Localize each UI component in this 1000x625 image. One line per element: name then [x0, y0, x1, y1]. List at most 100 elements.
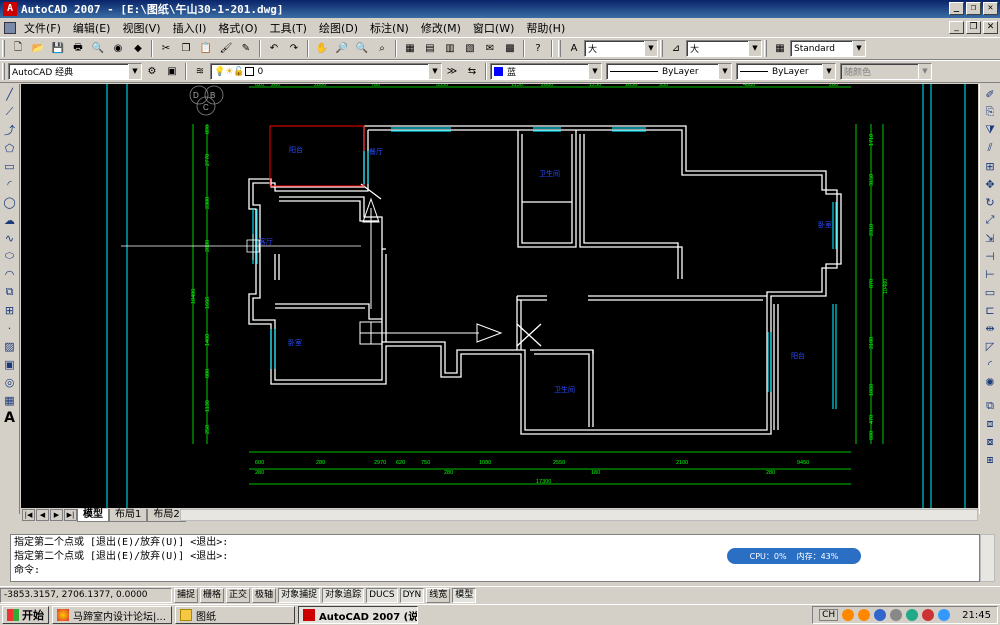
security-icon[interactable] — [906, 609, 919, 621]
menu-edit[interactable]: 编辑(E) — [67, 20, 117, 36]
menu-tools[interactable]: 工具(T) — [264, 20, 313, 36]
ellipse-arc-icon[interactable]: ◠ — [2, 266, 18, 282]
task-folder[interactable]: 图纸 — [175, 606, 295, 624]
menu-modify[interactable]: 修改(M) — [415, 20, 467, 36]
autocad-app-icon[interactable]: A — [3, 2, 17, 16]
multiline-text-icon[interactable]: A — [2, 410, 18, 426]
calculator-icon[interactable]: ▩ — [502, 41, 518, 57]
properties-icon[interactable]: ▦ — [402, 41, 418, 57]
close-button[interactable]: ✕ — [983, 2, 998, 15]
offset-icon[interactable]: ⫽ — [982, 140, 998, 156]
gradient-icon[interactable]: ▣ — [2, 356, 18, 372]
grid-toggle[interactable]: 栅格 — [200, 587, 225, 603]
dyn-toggle[interactable]: DYN — [399, 587, 425, 603]
mirror-icon[interactable]: ⧩ — [982, 122, 998, 138]
copy-object-icon[interactable]: ⎘ — [982, 104, 998, 120]
polar-toggle[interactable]: 极轴 — [252, 587, 277, 603]
ellipse-icon[interactable]: ⬭ — [2, 248, 18, 264]
draw-order-icon[interactable]: ⧉ — [982, 398, 998, 414]
drawing-hscrollbar[interactable] — [180, 509, 978, 521]
sheet-set-icon[interactable]: ▧ — [462, 41, 478, 57]
otrack-toggle[interactable]: 对象追踪 — [322, 587, 365, 603]
volume-icon[interactable] — [890, 609, 903, 621]
zoom-previous-icon[interactable]: ⌕ — [374, 41, 390, 57]
menu-view[interactable]: 视图(V) — [116, 20, 166, 36]
scale-icon[interactable]: ⤢ — [982, 212, 998, 228]
spline-icon[interactable]: ∿ — [2, 230, 18, 246]
menu-help[interactable]: 帮助(H) — [520, 20, 571, 36]
layer-previous-icon[interactable]: ⇆ — [464, 64, 480, 80]
save-icon[interactable]: 💾 — [50, 41, 66, 57]
arc-icon[interactable]: ◜ — [2, 176, 18, 192]
print-icon[interactable]: 🖶 — [70, 41, 86, 57]
workspace-settings-icon[interactable]: ⚙ — [144, 64, 160, 80]
design-center-icon[interactable]: ▤ — [422, 41, 438, 57]
join-icon[interactable]: ⇹ — [982, 320, 998, 336]
lineweight-toggle[interactable]: 线宽 — [426, 587, 451, 603]
table-style-icon[interactable]: ▦ — [772, 41, 788, 57]
print-preview-icon[interactable]: 🔍 — [90, 41, 106, 57]
move-icon[interactable]: ✥ — [982, 176, 998, 192]
ortho-toggle[interactable]: 正交 — [226, 587, 251, 603]
network-icon[interactable] — [874, 609, 887, 621]
restore-button[interactable]: ❐ — [966, 2, 981, 15]
block-editor-icon[interactable]: ✎ — [238, 41, 254, 57]
make-block-icon[interactable]: ⊞ — [2, 302, 18, 318]
update-icon[interactable] — [938, 609, 951, 621]
open-file-icon[interactable]: 📂 — [30, 41, 46, 57]
markup-icon[interactable]: ✉ — [482, 41, 498, 57]
break-icon[interactable]: ⊏ — [982, 302, 998, 318]
extend-icon[interactable]: ⊢ — [982, 266, 998, 282]
fillet-icon[interactable]: ◜ — [982, 356, 998, 372]
document-icon[interactable] — [4, 21, 16, 34]
send-back-icon[interactable]: ⧇ — [982, 434, 998, 450]
erase-icon[interactable]: ✐ — [982, 86, 998, 102]
last-tab-button[interactable]: ▶| — [64, 509, 77, 521]
dim-style-icon[interactable]: ⊿ — [668, 41, 684, 57]
polygon-icon[interactable]: ⬠ — [2, 140, 18, 156]
help-icon[interactable]: ? — [530, 41, 546, 57]
construction-line-icon[interactable]: ⟋ — [2, 104, 18, 120]
bring-front-icon[interactable]: ⧈ — [982, 416, 998, 432]
line-icon[interactable]: ╱ — [2, 86, 18, 102]
linetype-combo[interactable]: ByLayer ▼ — [606, 63, 732, 80]
polyline-icon[interactable]: ⤴ — [2, 122, 18, 138]
rectangle-icon[interactable]: ▭ — [2, 158, 18, 174]
text-style-combo[interactable]: 大 ▼ — [584, 40, 658, 57]
task-autocad[interactable]: AutoCAD 2007 (说... — [298, 606, 418, 624]
menu-draw[interactable]: 绘图(D) — [313, 20, 364, 36]
qq-icon-1[interactable] — [842, 609, 855, 621]
circle-icon[interactable]: ◯ — [2, 194, 18, 210]
lineweight-combo[interactable]: ByLayer ▼ — [736, 63, 836, 80]
trim-icon[interactable]: ⊣ — [982, 248, 998, 264]
redo-icon[interactable]: ↷ — [286, 41, 302, 57]
first-tab-button[interactable]: |◀ — [22, 509, 35, 521]
command-scrollbar[interactable] — [980, 534, 995, 582]
start-button[interactable]: 开始 — [2, 606, 49, 624]
explode-icon[interactable]: ✺ — [982, 374, 998, 390]
menu-file[interactable]: 文件(F) — [18, 20, 67, 36]
qq-icon-2[interactable] — [858, 609, 871, 621]
tool-palettes-icon[interactable]: ▥ — [442, 41, 458, 57]
layer-combo[interactable]: 💡 ☀ 🔓 0 ▼ — [210, 63, 442, 80]
antivirus-icon[interactable] — [922, 609, 935, 621]
publish-icon[interactable]: ◉ — [110, 41, 126, 57]
stretch-icon[interactable]: ⇲ — [982, 230, 998, 246]
dim-style-combo[interactable]: 大 ▼ — [686, 40, 762, 57]
pan-icon[interactable]: ✋ — [314, 41, 330, 57]
doc-minimize-button[interactable]: _ — [949, 21, 964, 34]
snap-toggle[interactable]: 捕捉 — [174, 587, 199, 603]
copy-icon[interactable]: ❐ — [178, 41, 194, 57]
region-icon[interactable]: ◎ — [2, 374, 18, 390]
3d-dwf-icon[interactable]: ◆ — [130, 41, 146, 57]
undo-icon[interactable]: ↶ — [266, 41, 282, 57]
rotate-icon[interactable]: ↻ — [982, 194, 998, 210]
tab-layout1[interactable]: 布局1 — [109, 508, 148, 522]
save-workspace-icon[interactable]: ▣ — [164, 64, 180, 80]
cut-icon[interactable]: ✂ — [158, 41, 174, 57]
point-icon[interactable]: · — [2, 320, 18, 336]
table-style-combo[interactable]: Standard ▼ — [790, 40, 866, 57]
menu-format[interactable]: 格式(O) — [212, 20, 263, 36]
array-icon[interactable]: ⊞ — [982, 158, 998, 174]
ducs-toggle[interactable]: DUCS — [366, 587, 398, 603]
